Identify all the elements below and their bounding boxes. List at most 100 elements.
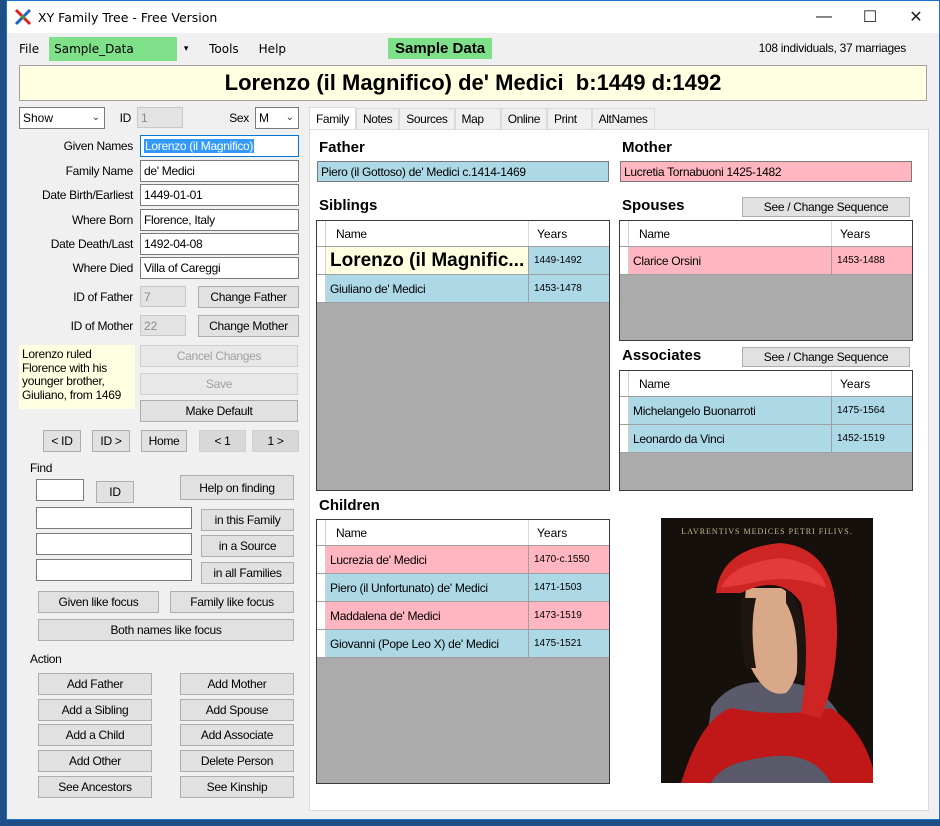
col-years-header[interactable]: Years bbox=[832, 221, 912, 246]
child-row[interactable]: Giovanni (Pope Leo X) de' Medici 1475-15… bbox=[317, 630, 609, 658]
action-group-label: Action bbox=[30, 652, 62, 666]
help-finding-button[interactable]: Help on finding bbox=[180, 475, 294, 500]
col-name-header[interactable]: Name bbox=[629, 371, 832, 396]
spouses-heading: Spouses bbox=[622, 197, 685, 214]
add-father-button[interactable]: Add Father bbox=[38, 673, 152, 695]
prev-id-button[interactable]: < ID bbox=[43, 430, 81, 452]
change-mother-button[interactable]: Change Mother bbox=[198, 315, 299, 337]
next-id-button[interactable]: ID > bbox=[92, 430, 130, 452]
death-place-field[interactable]: Villa of Careggi bbox=[140, 257, 299, 279]
find-in-all-button[interactable]: in all Families bbox=[201, 562, 294, 584]
make-default-button[interactable]: Make Default bbox=[140, 400, 298, 422]
mother-link[interactable]: Lucretia Tornabuoni 1425-1482 bbox=[620, 161, 912, 182]
father-id-field: 7 bbox=[140, 286, 186, 307]
col-years-header[interactable]: Years bbox=[529, 221, 609, 246]
spouses-sequence-button[interactable]: See / Change Sequence bbox=[742, 197, 910, 217]
tab-family[interactable]: Family bbox=[309, 107, 356, 130]
associates-grid: Name Years Michelangelo Buonarroti 1475-… bbox=[619, 370, 913, 491]
add-child-button[interactable]: Add a Child bbox=[38, 724, 152, 746]
close-button[interactable]: ✕ bbox=[893, 1, 939, 33]
tab-strip: Family Notes Sources Map Online Print Al… bbox=[309, 107, 655, 130]
cancel-changes-button[interactable]: Cancel Changes bbox=[140, 345, 298, 367]
child-name[interactable]: Maddalena de' Medici bbox=[326, 602, 529, 629]
sibling-name[interactable]: Lorenzo (il Magnific... bbox=[326, 247, 529, 274]
see-kinship-button[interactable]: See Kinship bbox=[180, 776, 294, 798]
spouse-name[interactable]: Clarice Orsini bbox=[629, 247, 832, 274]
col-name-header[interactable]: Name bbox=[326, 520, 529, 545]
associate-years: 1475-1564 bbox=[832, 397, 912, 424]
birth-date-field[interactable]: 1449-01-01 bbox=[140, 184, 299, 206]
child-row[interactable]: Lucrezia de' Medici 1470-c.1550 bbox=[317, 546, 609, 574]
child-name[interactable]: Giovanni (Pope Leo X) de' Medici bbox=[326, 630, 529, 657]
family-like-focus-button[interactable]: Family like focus bbox=[170, 591, 294, 613]
find-family-input[interactable] bbox=[36, 507, 192, 529]
find-in-source-button[interactable]: in a Source bbox=[201, 535, 294, 557]
associate-name[interactable]: Leonardo da Vinci bbox=[629, 425, 832, 452]
tab-notes[interactable]: Notes bbox=[355, 108, 400, 129]
spouse-row[interactable]: Clarice Orsini 1453-1488 bbox=[620, 247, 912, 275]
add-mother-button[interactable]: Add Mother bbox=[180, 673, 294, 695]
change-father-button[interactable]: Change Father bbox=[198, 286, 299, 308]
delete-person-button[interactable]: Delete Person bbox=[180, 750, 294, 772]
father-link[interactable]: Piero (il Gottoso) de' Medici c.1414-146… bbox=[317, 161, 609, 182]
find-id-input[interactable] bbox=[36, 479, 84, 501]
show-select[interactable]: Show ⌄ bbox=[19, 107, 105, 129]
child-name[interactable]: Piero (il Unfortunato) de' Medici bbox=[326, 574, 529, 601]
siblings-grid: Name Years Lorenzo (il Magnific... 1449-… bbox=[316, 220, 610, 491]
tab-online[interactable]: Online bbox=[500, 108, 547, 129]
add-sibling-button[interactable]: Add a Sibling bbox=[38, 699, 152, 721]
chevron-down-icon[interactable]: ▾ bbox=[177, 37, 196, 61]
add-associate-button[interactable]: Add Associate bbox=[180, 724, 294, 746]
see-ancestors-button[interactable]: See Ancestors bbox=[38, 776, 152, 798]
associate-name[interactable]: Michelangelo Buonarroti bbox=[629, 397, 832, 424]
col-name-header[interactable]: Name bbox=[629, 221, 832, 246]
menu-tools[interactable]: Tools bbox=[199, 42, 249, 56]
child-row[interactable]: Maddalena de' Medici 1473-1519 bbox=[317, 602, 609, 630]
maximize-button[interactable]: ☐ bbox=[847, 1, 893, 33]
next-1-button[interactable]: 1 > bbox=[252, 430, 299, 452]
both-names-like-focus-button[interactable]: Both names like focus bbox=[38, 619, 294, 641]
given-like-focus-button[interactable]: Given like focus bbox=[38, 591, 159, 613]
sibling-row[interactable]: Giuliano de' Medici 1453-1478 bbox=[317, 275, 609, 303]
associate-row[interactable]: Michelangelo Buonarroti 1475-1564 bbox=[620, 397, 912, 425]
child-name[interactable]: Lucrezia de' Medici bbox=[326, 546, 529, 573]
menu-help[interactable]: Help bbox=[249, 42, 296, 56]
find-in-family-button[interactable]: in this Family bbox=[201, 509, 294, 531]
associates-sequence-button[interactable]: See / Change Sequence bbox=[742, 347, 910, 367]
menu-file[interactable]: File bbox=[7, 42, 49, 56]
tab-altnames[interactable]: AltNames bbox=[591, 108, 655, 129]
sibling-name[interactable]: Giuliano de' Medici bbox=[326, 275, 529, 302]
sibling-row[interactable]: Lorenzo (il Magnific... 1449-1492 bbox=[317, 247, 609, 275]
child-row[interactable]: Piero (il Unfortunato) de' Medici 1471-1… bbox=[317, 574, 609, 602]
col-years-header[interactable]: Years bbox=[832, 371, 912, 396]
home-button[interactable]: Home bbox=[141, 430, 187, 452]
id-label: ID bbox=[119, 111, 132, 125]
father-heading: Father bbox=[319, 139, 365, 156]
given-names-field[interactable]: Lorenzo (il Magnifico) bbox=[140, 135, 299, 157]
portrait-image[interactable]: LAVRENTIVS MEDICES PETRI FILIVS. bbox=[661, 518, 873, 783]
sex-select[interactable]: M ⌄ bbox=[255, 107, 299, 129]
sibling-years: 1449-1492 bbox=[529, 247, 609, 274]
prev-1-button[interactable]: < 1 bbox=[199, 430, 246, 452]
death-date-field[interactable]: 1492-04-08 bbox=[140, 233, 299, 255]
database-select[interactable]: Sample_Data ▾ bbox=[49, 37, 196, 61]
find-all-input[interactable] bbox=[36, 559, 192, 581]
tab-print[interactable]: Print bbox=[546, 108, 592, 129]
database-badge: Sample Data bbox=[388, 38, 493, 59]
find-id-button[interactable]: ID bbox=[96, 481, 134, 503]
menu-bar: File Sample_Data ▾ Tools Help Sample Dat… bbox=[7, 37, 939, 61]
associate-years: 1452-1519 bbox=[832, 425, 912, 452]
family-name-field[interactable]: de' Medici bbox=[140, 160, 299, 182]
find-source-input[interactable] bbox=[36, 533, 192, 555]
minimize-button[interactable]: — bbox=[801, 1, 847, 33]
save-button[interactable]: Save bbox=[140, 373, 298, 395]
add-spouse-button[interactable]: Add Spouse bbox=[180, 699, 294, 721]
child-years: 1475-1521 bbox=[529, 630, 609, 657]
associate-row[interactable]: Leonardo da Vinci 1452-1519 bbox=[620, 425, 912, 453]
col-years-header[interactable]: Years bbox=[529, 520, 609, 545]
tab-map[interactable]: Map bbox=[454, 108, 501, 129]
add-other-button[interactable]: Add Other bbox=[38, 750, 152, 772]
birth-place-field[interactable]: Florence, Italy bbox=[140, 209, 299, 231]
col-name-header[interactable]: Name bbox=[326, 221, 529, 246]
tab-sources[interactable]: Sources bbox=[399, 108, 455, 129]
